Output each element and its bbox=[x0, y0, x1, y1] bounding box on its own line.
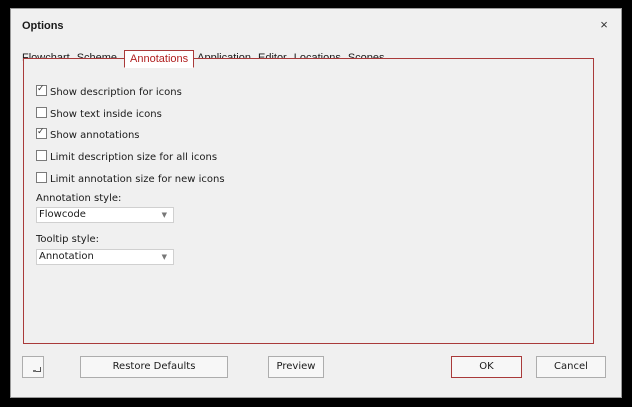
tab-annotations[interactable]: Annotations bbox=[124, 50, 195, 68]
checkbox-label: Show text inside icons bbox=[50, 109, 162, 120]
checkbox[interactable]: ✓ bbox=[36, 84, 47, 96]
checkbox-label: Show description for icons bbox=[50, 87, 182, 98]
checkbox[interactable] bbox=[36, 107, 47, 118]
preview-button[interactable]: Preview bbox=[268, 356, 324, 378]
checkbox-label: Limit annotation size for new icons bbox=[50, 174, 225, 185]
tooltip-style-label: Tooltip style: bbox=[36, 234, 99, 245]
checkbox-show-annotations[interactable]: ✓ Show annotations bbox=[36, 127, 140, 142]
annotation-style-select[interactable]: Flowcode ▼ bbox=[36, 207, 174, 223]
check-icon: ✓ bbox=[37, 84, 45, 94]
checkbox[interactable] bbox=[36, 150, 47, 161]
checkbox[interactable]: ✓ bbox=[36, 127, 47, 139]
ok-button[interactable]: OK bbox=[451, 356, 522, 378]
checkbox-show-text-inside[interactable]: Show text inside icons bbox=[36, 107, 162, 121]
restore-defaults-button[interactable]: Restore Defaults bbox=[80, 356, 228, 378]
tooltip-style-select[interactable]: Annotation ▼ bbox=[36, 249, 174, 265]
resize-grip-icon bbox=[36, 367, 41, 372]
resize-grip-button[interactable] bbox=[22, 356, 44, 378]
resize-grip-dot-icon bbox=[33, 370, 36, 372]
select-value: Flowcode bbox=[39, 209, 86, 220]
checkbox[interactable] bbox=[36, 172, 47, 183]
close-icon[interactable]: × bbox=[597, 18, 611, 32]
checkbox-label: Show annotations bbox=[50, 130, 140, 141]
checkbox-label: Limit description size for all icons bbox=[50, 152, 218, 163]
checkbox-show-description[interactable]: ✓ Show description for icons bbox=[36, 84, 182, 99]
select-value: Annotation bbox=[39, 251, 94, 262]
chevron-down-icon: ▼ bbox=[161, 211, 167, 219]
dialog-title: Options bbox=[22, 20, 64, 32]
chevron-down-icon: ▼ bbox=[161, 253, 167, 261]
check-icon: ✓ bbox=[37, 127, 45, 137]
cancel-button[interactable]: Cancel bbox=[536, 356, 606, 378]
checkbox-limit-description-size[interactable]: Limit description size for all icons bbox=[36, 150, 217, 164]
annotation-style-label: Annotation style: bbox=[36, 193, 122, 204]
checkbox-limit-annotation-size[interactable]: Limit annotation size for new icons bbox=[36, 172, 225, 186]
